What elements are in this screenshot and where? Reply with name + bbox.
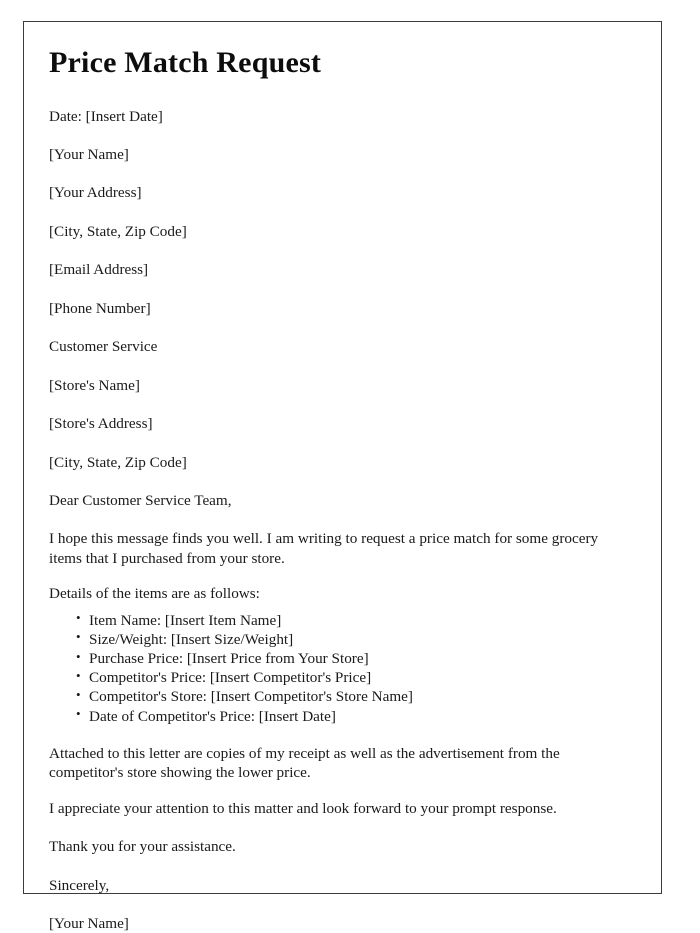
sender-name: [Your Name] — [49, 145, 129, 163]
attachment-paragraph: Attached to this letter are copies of my… — [49, 744, 560, 782]
list-item: Item Name: [Insert Item Name] — [76, 610, 627, 630]
recipient-city-state-zip: [City, State, Zip Code] — [49, 453, 187, 471]
details-intro: Details of the items are as follows: — [49, 585, 260, 603]
list-item: Competitor's Price: [Insert Competitor's… — [76, 668, 627, 687]
list-item: Size/Weight: [Insert Size/Weight] — [76, 629, 627, 649]
document-body: Price Match Request Date: [Insert Date] … — [24, 22, 661, 933]
recipient-department: Customer Service — [49, 338, 158, 356]
recipient-store-address: [Store's Address] — [49, 415, 153, 433]
recipient-store-name: [Store's Name] — [49, 376, 140, 394]
sender-address: [Your Address] — [49, 184, 142, 202]
salutation: Dear Customer Service Team, — [49, 492, 232, 510]
list-item: Date of Competitor's Price: [Insert Date… — [76, 706, 627, 726]
date-line: Date: [Insert Date] — [49, 107, 163, 125]
document-page: Price Match Request Date: [Insert Date] … — [23, 21, 662, 932]
list-item: Competitor's Store: [Insert Competitor's… — [76, 687, 627, 706]
thanks-paragraph: Thank you for your assistance. — [49, 838, 236, 856]
list-item: Purchase Price: [Insert Price from Your … — [76, 649, 627, 668]
page-title: Price Match Request — [49, 46, 322, 79]
sender-phone: [Phone Number] — [49, 299, 151, 317]
closing: Sincerely, — [49, 876, 110, 894]
sender-email: [Email Address] — [49, 261, 149, 279]
appreciation-paragraph: I appreciate your attention to this matt… — [49, 799, 557, 817]
signature-name: [Your Name] — [49, 914, 129, 932]
intro-paragraph: I hope this message finds you well. I am… — [49, 530, 599, 567]
sender-city-state-zip: [City, State, Zip Code] — [49, 222, 187, 240]
item-details-list: Item Name: [Insert Item Name] Size/Weigh… — [49, 610, 627, 726]
